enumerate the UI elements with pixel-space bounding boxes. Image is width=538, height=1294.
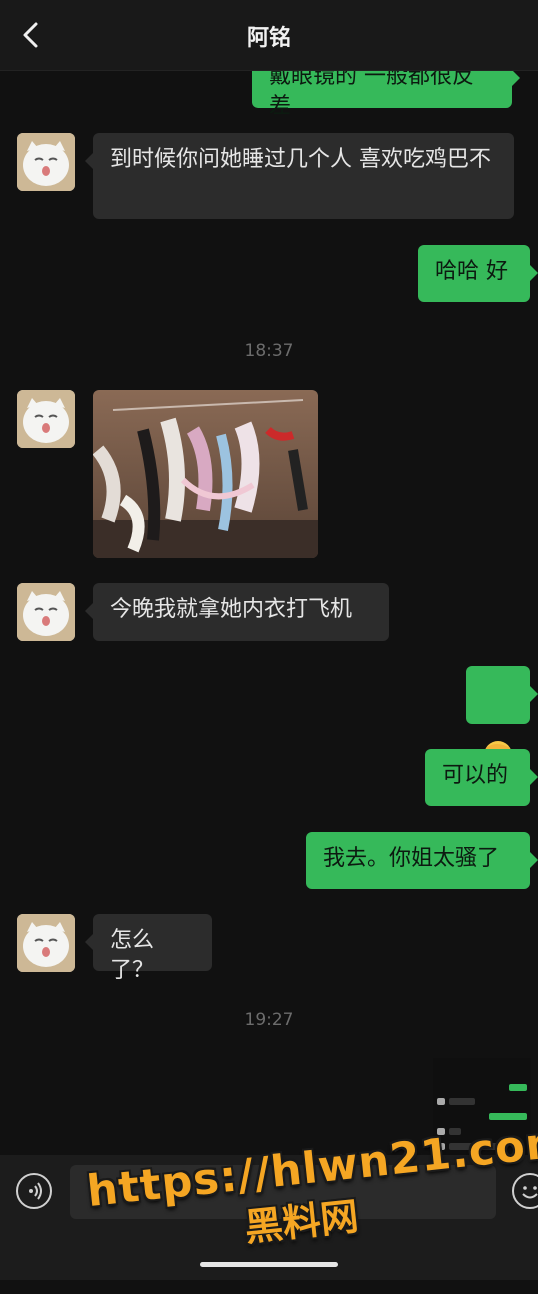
message-bubble-received[interactable]: 到时候你问她睡过几个人 喜欢吃鸡巴不 <box>85 133 514 219</box>
photo-message[interactable] <box>93 390 318 558</box>
smiley-icon <box>522 1186 538 1199</box>
message-bubble-received[interactable]: 怎么了？ <box>85 914 212 983</box>
voice-icon <box>29 1182 42 1200</box>
page-title: 阿铭 <box>246 26 291 51</box>
chat-area[interactable]: 戴眼镜的 一般都很反差 到时候你问她睡过几个人 喜欢吃鸡巴不 哈哈 好 18:3… <box>0 0 538 1155</box>
emoji-button[interactable] <box>512 1173 538 1209</box>
message-bubble-sent[interactable]: 可以的 <box>425 749 538 806</box>
avatar[interactable] <box>17 914 75 972</box>
avatar[interactable] <box>17 390 75 448</box>
message-bubble-received[interactable]: 今晚我就拿她内衣打飞机 <box>85 583 389 641</box>
emoji-message[interactable] <box>466 666 538 769</box>
avatar[interactable] <box>17 583 75 641</box>
avatar[interactable] <box>17 133 75 191</box>
timestamp: 18:37 <box>244 341 294 361</box>
voice-input-button[interactable] <box>16 1173 52 1209</box>
message-bubble-sent[interactable]: 哈哈 好 <box>418 245 538 302</box>
chat-header: 阿铭 <box>0 0 538 71</box>
timestamp: 19:27 <box>244 1010 294 1030</box>
message-bubble-sent[interactable]: 我去。你姐太骚了 <box>306 832 538 889</box>
